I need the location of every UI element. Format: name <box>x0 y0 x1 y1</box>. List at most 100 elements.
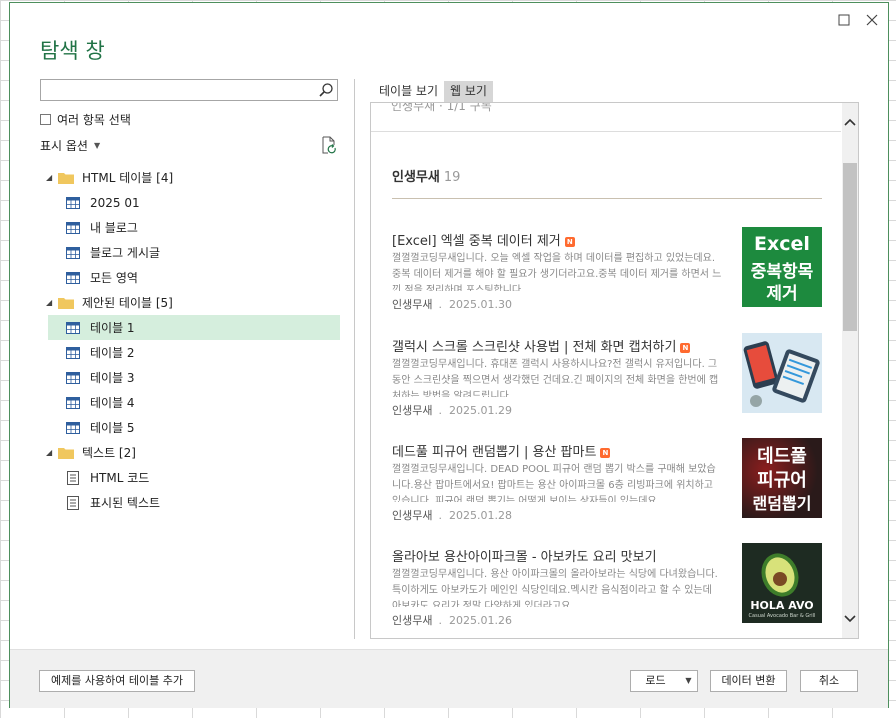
expand-triangle-icon[interactable]: ◢ <box>46 173 52 182</box>
tree-item[interactable]: 모든 영역 <box>40 265 340 290</box>
post-meta: 인생무새 . 2025.01.30 <box>392 296 512 312</box>
add-table-using-examples-button[interactable]: 예제를 사용하여 테이블 추가 <box>39 670 195 692</box>
tree-group-html-tables[interactable]: ◢ HTML 테이블 [4] <box>40 165 340 190</box>
tree-group-text[interactable]: ◢ 텍스트 [2] <box>40 440 340 465</box>
chevron-down-icon: ▼ <box>685 676 692 685</box>
thumbnail-caption-3: 랜덤뽑기 <box>752 494 812 513</box>
post-meta: 인생무새 . 2025.01.29 <box>392 402 512 418</box>
post-date-value: 2025.01.30 <box>448 298 512 311</box>
tree-group-label: HTML 테이블 [4] <box>82 171 174 185</box>
tree-item[interactable]: 테이블 4 <box>40 390 340 415</box>
tab-table-view[interactable]: 테이블 보기 <box>373 81 444 102</box>
post-thumbnail[interactable]: Excel 중복항목 제거 <box>742 227 822 307</box>
table-icon <box>66 321 80 334</box>
section-title: 인생무새 <box>392 170 440 185</box>
table-icon <box>66 371 80 384</box>
view-tabs: 테이블 보기 웹 보기 <box>373 81 493 102</box>
tree-item-label: 테이블 2 <box>90 346 135 360</box>
folder-icon <box>58 297 74 309</box>
table-icon <box>66 396 80 409</box>
tree-item-label: 테이블 4 <box>90 396 135 410</box>
post-title-text: [Excel] 엑셀 중복 데이터 제거 <box>392 234 561 249</box>
tree-item[interactable]: 테이블 5 <box>40 415 340 440</box>
transform-data-button[interactable]: 데이터 변환 <box>710 670 787 692</box>
post-thumbnail[interactable]: 데드풀 피규어 랜덤뽑기 <box>742 438 822 518</box>
post-card[interactable]: 데드풀 피규어 랜덤뽑기 | 용산 팝마트 N 껄껄껄코딩무새입니다. DEAD … <box>392 438 832 536</box>
tree-item-label: 테이블 1 <box>90 321 135 335</box>
post-title[interactable]: 갤럭시 스크롤 스크린샷 사용법 | 전체 화면 캡처하기 N <box>392 336 722 355</box>
navigator-tree: ◢ HTML 테이블 [4] 2025 01 내 블로그 블로그 게시글 모든 … <box>40 165 340 515</box>
post-summary: 껄껄껄코딩무새입니다. 오늘 엑셀 작업을 하며 데이터를 편집하고 있었는데요… <box>392 253 722 291</box>
post-date: . 2025.01.28 <box>438 509 512 522</box>
tree-item[interactable]: 표시된 텍스트 <box>40 490 340 515</box>
post-title-text: 데드풀 피규어 랜덤뽑기 | 용산 팝마트 <box>392 445 597 460</box>
post-summary: 껄껄껄코딩무새입니다. 휴대폰 갤럭시 사용하시나요?전 갤럭시 유저입니다. … <box>392 359 719 397</box>
post-date: . 2025.01.30 <box>438 298 512 311</box>
avocado-icon <box>761 553 799 597</box>
post-thumbnail[interactable]: HOLA AVO Casual Avocado Bar & Grill <box>742 543 822 623</box>
divider <box>371 131 841 132</box>
post-title[interactable]: 데드풀 피규어 랜덤뽑기 | 용산 팝마트 N <box>392 441 722 460</box>
tree-item[interactable]: 내 블로그 <box>40 215 340 240</box>
cancel-button[interactable]: 취소 <box>800 670 858 692</box>
post-card[interactable]: 갤럭시 스크롤 스크린샷 사용법 | 전체 화면 캡처하기 N 껄껄껄코딩무새입니… <box>392 333 832 431</box>
post-title[interactable]: [Excel] 엑셀 중복 데이터 제거 N <box>392 230 722 249</box>
expand-triangle-icon[interactable]: ◢ <box>46 298 52 307</box>
thumbnail-caption-2: Casual Avocado Bar & Grill <box>748 613 816 619</box>
scroll-down-icon[interactable] <box>842 610 858 626</box>
table-icon <box>66 196 80 209</box>
tree-item[interactable]: 테이블 3 <box>40 365 340 390</box>
navigator-dialog: 탐색 창 여러 항목 선택 표시 옵션 ▼ ◢ HTML 테이블 [4] 202… <box>9 2 889 708</box>
tree-item-label: HTML 코드 <box>90 471 150 485</box>
search-icon[interactable] <box>318 82 334 98</box>
post-thumbnail[interactable] <box>742 333 822 413</box>
search-field[interactable] <box>40 79 338 101</box>
tree-item[interactable]: 테이블 2 <box>40 340 340 365</box>
tree-item[interactable]: 2025 01 <box>40 190 340 215</box>
close-icon <box>866 14 878 26</box>
multi-select-option[interactable]: 여러 항목 선택 <box>40 111 131 128</box>
post-author: 인생무새 <box>392 614 433 627</box>
post-author: 인생무새 <box>392 404 433 417</box>
display-options-dropdown[interactable]: 표시 옵션 ▼ <box>40 137 100 154</box>
cut-off-text: 인생무새 · 1/1 구독 <box>391 102 492 113</box>
post-title[interactable]: 올라아보 용산아이파크몰 - 아보카도 요리 맛보기 <box>392 546 722 565</box>
chevron-down-icon: ▼ <box>93 141 101 150</box>
scroll-up-icon[interactable] <box>842 115 858 131</box>
tree-item-label: 블로그 게시글 <box>90 246 161 260</box>
search-input[interactable] <box>43 81 317 101</box>
post-date: . 2025.01.26 <box>438 614 512 627</box>
table-icon <box>66 421 80 434</box>
dialog-title: 탐색 창 <box>40 39 105 63</box>
display-options-label: 표시 옵션 <box>40 139 88 153</box>
folder-icon <box>58 447 74 459</box>
section-divider <box>392 198 822 199</box>
multi-select-checkbox[interactable] <box>40 114 51 125</box>
post-date-value: 2025.01.26 <box>448 614 512 627</box>
tree-item-label: 2025 01 <box>90 195 140 210</box>
post-card[interactable]: 올라아보 용산아이파크몰 - 아보카도 요리 맛보기 껄껄껄코딩무새입니다. 용… <box>392 543 832 638</box>
load-button[interactable]: 로드 <box>630 670 681 692</box>
maximize-button[interactable] <box>835 13 853 31</box>
post-meta: 인생무새 . 2025.01.26 <box>392 612 512 628</box>
post-date: . 2025.01.29 <box>438 404 512 417</box>
section-count: 19 <box>443 170 461 185</box>
post-card[interactable]: [Excel] 엑셀 중복 데이터 제거 N 껄껄껄코딩무새입니다. 오늘 엑셀 … <box>392 227 832 325</box>
tree-item[interactable]: HTML 코드 <box>40 465 340 490</box>
vertical-scrollbar[interactable] <box>842 103 858 638</box>
post-summary: 껄껄껄코딩무새입니다. 용산 아이파크몰의 올라아보라는 식당에 다녀왔습니다.… <box>392 569 718 607</box>
close-button[interactable] <box>863 13 881 31</box>
load-dropdown-button[interactable]: ▼ <box>680 670 698 692</box>
post-date-value: 2025.01.28 <box>448 509 512 522</box>
table-icon <box>66 271 80 284</box>
refresh-icon[interactable] <box>320 136 338 154</box>
scrollbar-thumb[interactable] <box>843 163 857 331</box>
expand-triangle-icon[interactable]: ◢ <box>46 448 52 457</box>
tab-web-view[interactable]: 웹 보기 <box>444 81 493 102</box>
tree-item[interactable]: 블로그 게시글 <box>40 240 340 265</box>
tree-item-selected[interactable]: 테이블 1 <box>48 315 340 340</box>
tree-item-label: 테이블 3 <box>90 371 135 385</box>
tree-group-suggested-tables[interactable]: ◢ 제안된 테이블 [5] <box>40 290 340 315</box>
pane-splitter[interactable] <box>354 79 355 639</box>
tree-group-label: 제안된 테이블 [5] <box>82 296 173 310</box>
